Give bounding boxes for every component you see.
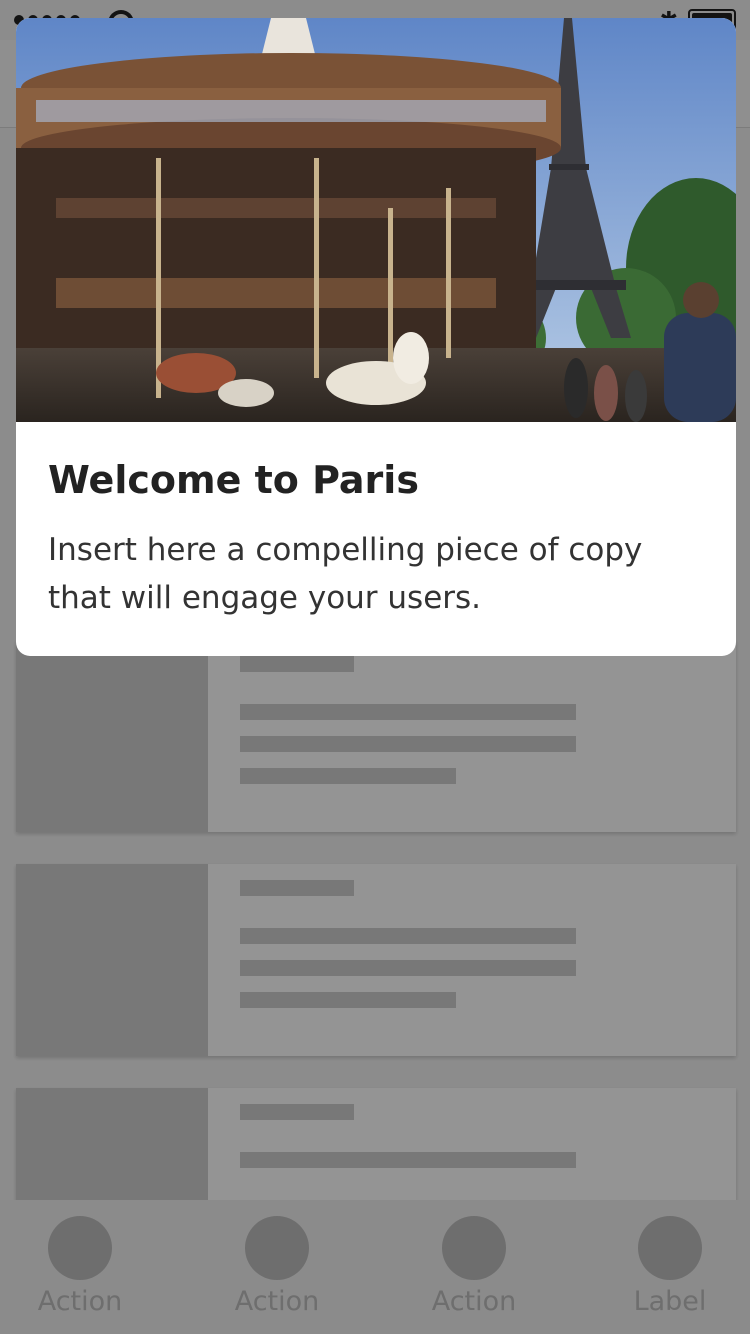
modal-title: Welcome to Paris: [48, 458, 419, 502]
paris-carousel-image: [16, 18, 736, 422]
modal-body-text: Insert here a compelling piece of copy t…: [48, 532, 643, 616]
welcome-modal: Welcome to Paris Insert here a compellin…: [16, 18, 736, 656]
